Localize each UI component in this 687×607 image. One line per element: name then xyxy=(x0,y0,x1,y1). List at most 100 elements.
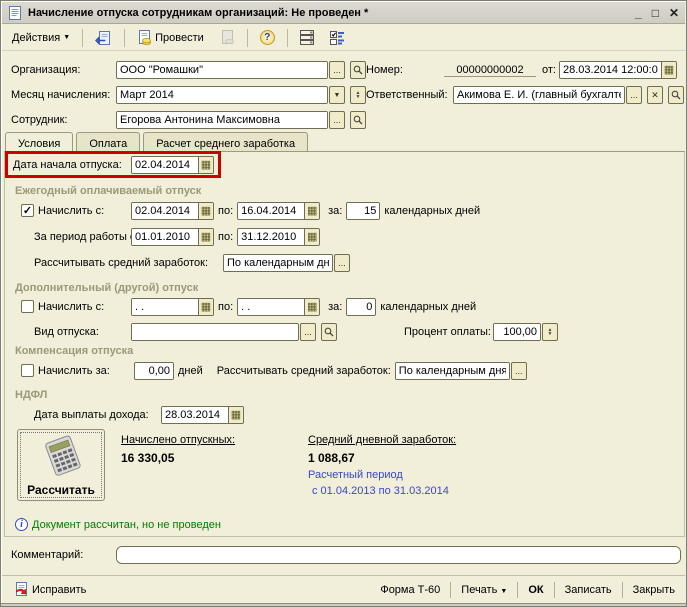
post-and-close-button[interactable] xyxy=(89,27,118,49)
annual-accrue-label: Начислить с: xyxy=(38,204,105,217)
month-field[interactable] xyxy=(116,86,328,104)
tab-payment[interactable]: Оплата xyxy=(76,132,141,152)
additional-to-field[interactable]: ▦ xyxy=(237,298,321,316)
form-t60-button[interactable]: Форма Т-60 xyxy=(376,582,444,598)
annual-accrue-checkbox[interactable]: ✓ xyxy=(21,204,34,217)
additional-days-field[interactable] xyxy=(346,298,377,316)
comment-field[interactable] xyxy=(116,546,681,564)
percent-spinner[interactable]: ▲ ▼ xyxy=(542,323,558,341)
doc-date-field[interactable]: ▦ xyxy=(559,61,677,79)
annual-period-from-field[interactable]: ▦ xyxy=(131,228,214,246)
annual-to-input[interactable] xyxy=(238,203,305,219)
calendar-icon[interactable]: ▦ xyxy=(198,229,213,245)
annual-days-input[interactable] xyxy=(347,203,380,219)
compensation-days-input[interactable] xyxy=(135,363,173,379)
pay-date-input[interactable] xyxy=(162,407,228,423)
window-bottom-edge xyxy=(1,603,686,606)
annual-period-to-field[interactable]: ▦ xyxy=(237,228,321,246)
responsible-open-button[interactable] xyxy=(668,86,684,104)
vacation-type-open-button[interactable] xyxy=(321,323,337,341)
additional-accrue-checkbox[interactable] xyxy=(21,300,34,313)
doc-date-input[interactable] xyxy=(560,62,661,78)
calendar-icon[interactable]: ▦ xyxy=(198,203,213,219)
save-button[interactable]: Записать xyxy=(561,582,616,598)
list-rows-icon xyxy=(299,30,314,45)
avg-daily-value: 1 088,67 xyxy=(308,451,355,465)
list-view-button[interactable] xyxy=(294,27,320,48)
toolbar-separator xyxy=(124,28,126,47)
tab-conditions[interactable]: Условия xyxy=(5,132,74,153)
ok-button[interactable]: ОК xyxy=(524,582,547,598)
additional-from-input[interactable] xyxy=(132,299,198,315)
close-form-button[interactable]: Закрыть xyxy=(629,582,679,598)
additional-accrue-label: Начислить с: xyxy=(38,300,105,313)
employee-select-button[interactable]: ... xyxy=(329,111,345,129)
close-button[interactable]: ✕ xyxy=(669,6,679,20)
annual-period-from-input[interactable] xyxy=(132,229,198,245)
pay-date-field[interactable]: ▦ xyxy=(161,406,244,424)
responsible-select-button[interactable]: ... xyxy=(626,86,642,104)
vacation-type-input[interactable] xyxy=(132,324,298,340)
maximize-button[interactable]: □ xyxy=(652,6,659,20)
annual-to-field[interactable]: ▦ xyxy=(237,202,321,220)
org-field[interactable] xyxy=(116,61,328,79)
additional-days-input[interactable] xyxy=(347,299,376,315)
compensation-days-field[interactable] xyxy=(134,362,174,380)
compensation-avg-input[interactable] xyxy=(395,363,509,379)
annual-avg-label: Рассчитывать средний заработок: xyxy=(34,257,209,269)
month-input[interactable] xyxy=(117,87,327,103)
employee-open-button[interactable] xyxy=(350,111,366,129)
minimize-button[interactable]: _ xyxy=(635,6,642,20)
compensation-accrue-label: Начислить за: xyxy=(38,364,110,377)
employee-field[interactable] xyxy=(116,111,328,129)
start-date-field[interactable]: ▦ xyxy=(131,156,214,174)
calculate-button[interactable]: Рассчитать xyxy=(17,429,105,501)
start-date-input[interactable] xyxy=(132,157,198,173)
comment-input[interactable] xyxy=(117,547,680,563)
calendar-icon[interactable]: ▦ xyxy=(228,407,243,423)
calc-period-link[interactable]: Расчетный период xyxy=(308,469,403,481)
compensation-accrue-checkbox[interactable] xyxy=(21,364,34,377)
calendar-icon[interactable]: ▦ xyxy=(661,62,676,78)
annual-avg-input[interactable] xyxy=(224,255,332,271)
calendar-icon[interactable]: ▦ xyxy=(304,203,320,219)
help-button[interactable]: ? xyxy=(254,27,281,48)
annual-from-input[interactable] xyxy=(132,203,198,219)
month-spinner[interactable]: ▲ ▼ xyxy=(350,86,366,104)
percent-label: Процент оплаты: xyxy=(404,326,491,338)
responsible-field[interactable] xyxy=(453,86,625,104)
additional-from-field[interactable]: ▦ xyxy=(131,298,214,316)
compensation-avg-field[interactable] xyxy=(394,362,510,380)
compensation-avg-select-button[interactable]: ... xyxy=(510,362,527,380)
calc-period-range[interactable]: с 01.04.2013 по 31.03.2014 xyxy=(312,485,449,497)
vacation-type-select-button[interactable]: ... xyxy=(300,323,316,341)
org-select-button[interactable]: ... xyxy=(329,61,345,79)
calendar-icon[interactable]: ▦ xyxy=(198,157,213,173)
responsible-clear-button[interactable]: ✕ xyxy=(647,86,663,104)
calendar-icon[interactable]: ▦ xyxy=(304,299,320,315)
fix-document-icon xyxy=(15,582,27,596)
annual-days-field[interactable] xyxy=(346,202,381,220)
calendar-icon[interactable]: ▦ xyxy=(198,299,213,315)
settings-items-button[interactable] xyxy=(324,28,351,48)
print-button[interactable]: Печать ▼ xyxy=(457,582,511,598)
annual-avg-select-button[interactable]: ... xyxy=(334,254,350,272)
percent-field[interactable] xyxy=(493,323,541,341)
percent-input[interactable] xyxy=(494,324,540,340)
fix-button[interactable]: Исправить xyxy=(8,579,92,600)
additional-to-input[interactable] xyxy=(238,299,305,315)
actions-menu-button[interactable]: Действия ▼ xyxy=(6,29,76,47)
month-dropdown-button[interactable]: ▼ xyxy=(329,86,345,104)
annual-for-label: за: xyxy=(328,205,343,217)
vacation-type-field[interactable] xyxy=(131,323,299,341)
annual-period-to-input[interactable] xyxy=(238,229,305,245)
tab-average-earnings[interactable]: Расчет среднего заработка xyxy=(143,132,309,152)
responsible-input[interactable] xyxy=(454,87,624,103)
annual-avg-field[interactable] xyxy=(223,254,333,272)
post-button[interactable]: Провести xyxy=(131,27,210,49)
employee-input[interactable] xyxy=(117,112,327,128)
annual-from-field[interactable]: ▦ xyxy=(131,202,214,220)
org-input[interactable] xyxy=(117,62,327,78)
org-open-button[interactable] xyxy=(350,61,366,79)
calendar-icon[interactable]: ▦ xyxy=(304,229,320,245)
